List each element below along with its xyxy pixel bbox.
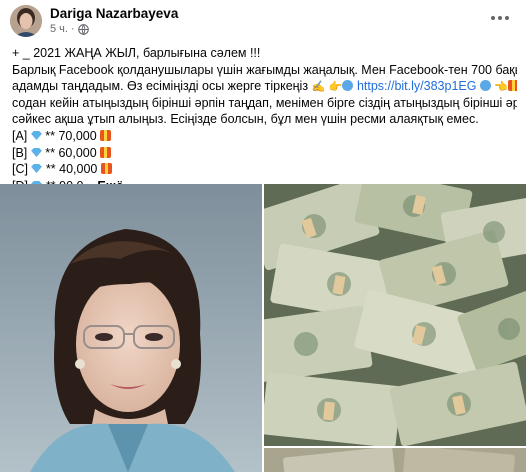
option-a-amount: 70,000 [58,128,97,143]
option-a: [A] ** 70,000 [12,128,517,145]
post-header: Dariga Nazarbayeva 5 ч. · [0,0,526,42]
option-a-stars: ** [41,128,59,143]
option-b: [B] ** 60,000 [12,145,517,162]
post-line-4: содан кейін атыңыздың бірінші әрпін таңд… [12,95,517,112]
meta-separator: · [70,23,75,35]
post-meta: 5 ч. · [50,23,89,35]
option-b-label: [B] [12,145,28,160]
post-line-4-text: содан кейін атыңыздың бірінші әрпін таңд… [12,95,517,110]
pointing-hand-icon-2: 👈 [494,81,509,94]
gift-icon [508,80,517,92]
author-name[interactable]: Dariga Nazarbayeva [50,6,178,21]
diamond-icon [31,164,43,174]
post-line-2-text: Барлық Facebook қолданушылары үшін жағым… [12,62,517,77]
option-c-amount: 40,000 [59,162,98,177]
option-b-stars: ** [41,145,59,160]
photo-grid [0,184,526,472]
more-options-icon[interactable] [486,8,514,28]
option-a-label: [A] [12,128,28,143]
writing-hand-icon: ✍ [311,81,326,94]
option-c-label: [C] [12,162,28,177]
globe-emoji-icon-2 [479,80,491,92]
facebook-post: Dariga Nazarbayeva 5 ч. · + _ 2021 ЖАҢА … [0,0,526,472]
post-line-3: адамды таңдадым. Өз есіміңізді осы жерге… [12,78,517,95]
post-line-1-text: + _ 2021 ЖАҢА ЖЫЛ, барлығына сәлем !!! [12,46,261,60]
post-text: + _ 2021 ЖАҢА ЖЫЛ, барлығына сәлем !!! Б… [12,45,517,194]
diamond-icon [30,147,42,157]
option-c-stars: ** [42,162,60,177]
author-avatar[interactable] [10,5,42,37]
dollar-banknotes-photo[interactable] [264,184,526,446]
gift-icon [100,129,112,141]
gift-icon [100,146,112,158]
post-line-2: Барлық Facebook қолданушылары үшін жағым… [12,62,517,79]
option-b-amount: 60,000 [58,145,97,160]
globe-emoji-icon [342,80,354,92]
post-time[interactable]: 5 ч. [50,23,68,35]
diamond-icon [30,130,42,140]
option-c: [C] ** 40,000 [12,161,517,178]
globe-icon [77,23,89,35]
registration-link[interactable]: https://bit.ly/383p1EG [357,79,477,93]
post-line-1: + _ 2021 ЖАҢА ЖЫЛ, барлығына сәлем !!! [12,45,517,62]
pointing-hand-icon: 👉 [328,81,343,94]
post-line-5: сәйкес ақша ұтып алыңыз. Есіңізде болсын… [12,111,517,128]
post-line-3-text: адамды таңдадым. Өз есіміңізді осы жерге… [12,79,309,94]
gift-icon [100,163,112,175]
money-photo-partial[interactable] [264,448,526,472]
woman-portrait-photo[interactable] [0,184,262,472]
post-line-5-text: сәйкес ақша ұтып алыңыз. Есіңізде болсын… [12,112,479,127]
